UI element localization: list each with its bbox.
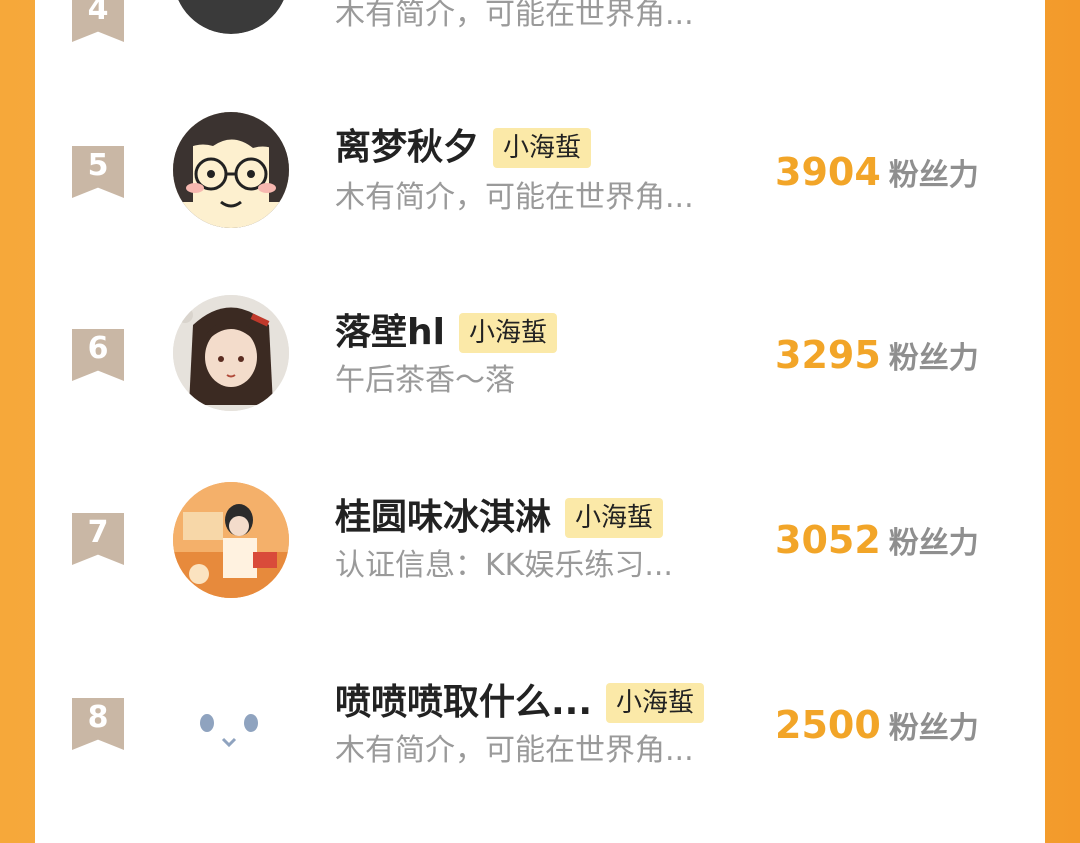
fans-ranking-list: 4 木有简介，可能在世界角... 5 离梦秋夕 小海蜇 木有简介，可能在世界角.… [35,0,1045,843]
fans-score: 3904 粉丝力 [775,150,979,194]
ranking-row-4[interactable]: 4 木有简介，可能在世界角... [35,0,1045,70]
fans-score: 3052 粉丝力 [775,518,979,562]
level-badge: 小海蜇 [458,313,557,353]
orange-illustration-avatar-icon[interactable] [173,482,289,598]
user-name[interactable]: 离梦秋夕 小海蜇 [335,128,592,168]
user-name[interactable]: 落壁hl 小海蜇 [335,313,557,353]
user-desc: 认证信息：KK娱乐练习... [335,548,673,583]
cute-face-avatar-icon[interactable] [173,667,289,783]
rank-ribbon: 7 [72,513,124,565]
rank-ribbon: 4 [72,0,124,42]
user-desc: 木有简介，可能在世界角... [335,180,694,215]
user-name[interactable]: 桂圆味冰淇淋 小海蜇 [335,498,664,538]
user-name[interactable]: 喷喷喷取什么... 小海蜇 [335,683,705,723]
level-badge: 小海蜇 [606,683,705,723]
fans-score: 2500 粉丝力 [775,703,979,747]
fans-score: 3295 粉丝力 [775,333,979,377]
user-desc: 木有简介，可能在世界角... [335,733,694,768]
ranking-row-6[interactable]: 6 落壁hl 小海蜇 午后茶香～落 3295 粉丝力 [35,295,1045,445]
ranking-row-7[interactable]: 7 桂圆味冰淇淋 小海蜇 认证信息：KK娱乐练习... 3052 粉丝力 [35,480,1045,630]
level-badge: 小海蜇 [493,128,592,168]
level-badge: 小海蜇 [565,498,664,538]
rank-ribbon: 6 [72,329,124,381]
user-desc: 午后茶香～落 [335,363,515,398]
rank-ribbon: 5 [72,146,124,198]
illustrated-girl-avatar-icon[interactable] [173,295,289,411]
user-desc: 木有简介，可能在世界角... [335,0,694,32]
ranking-row-5[interactable]: 5 离梦秋夕 小海蜇 木有简介，可能在世界角... 3904 粉丝力 [35,110,1045,260]
avatar-partial-icon[interactable] [173,0,289,34]
glasses-avatar-icon[interactable] [173,112,289,228]
ranking-row-8[interactable]: 8 喷喷喷取什么... 小海蜇 木有简介，可能在世界角... 2500 粉丝力 [35,665,1045,815]
rank-ribbon: 8 [72,698,124,750]
